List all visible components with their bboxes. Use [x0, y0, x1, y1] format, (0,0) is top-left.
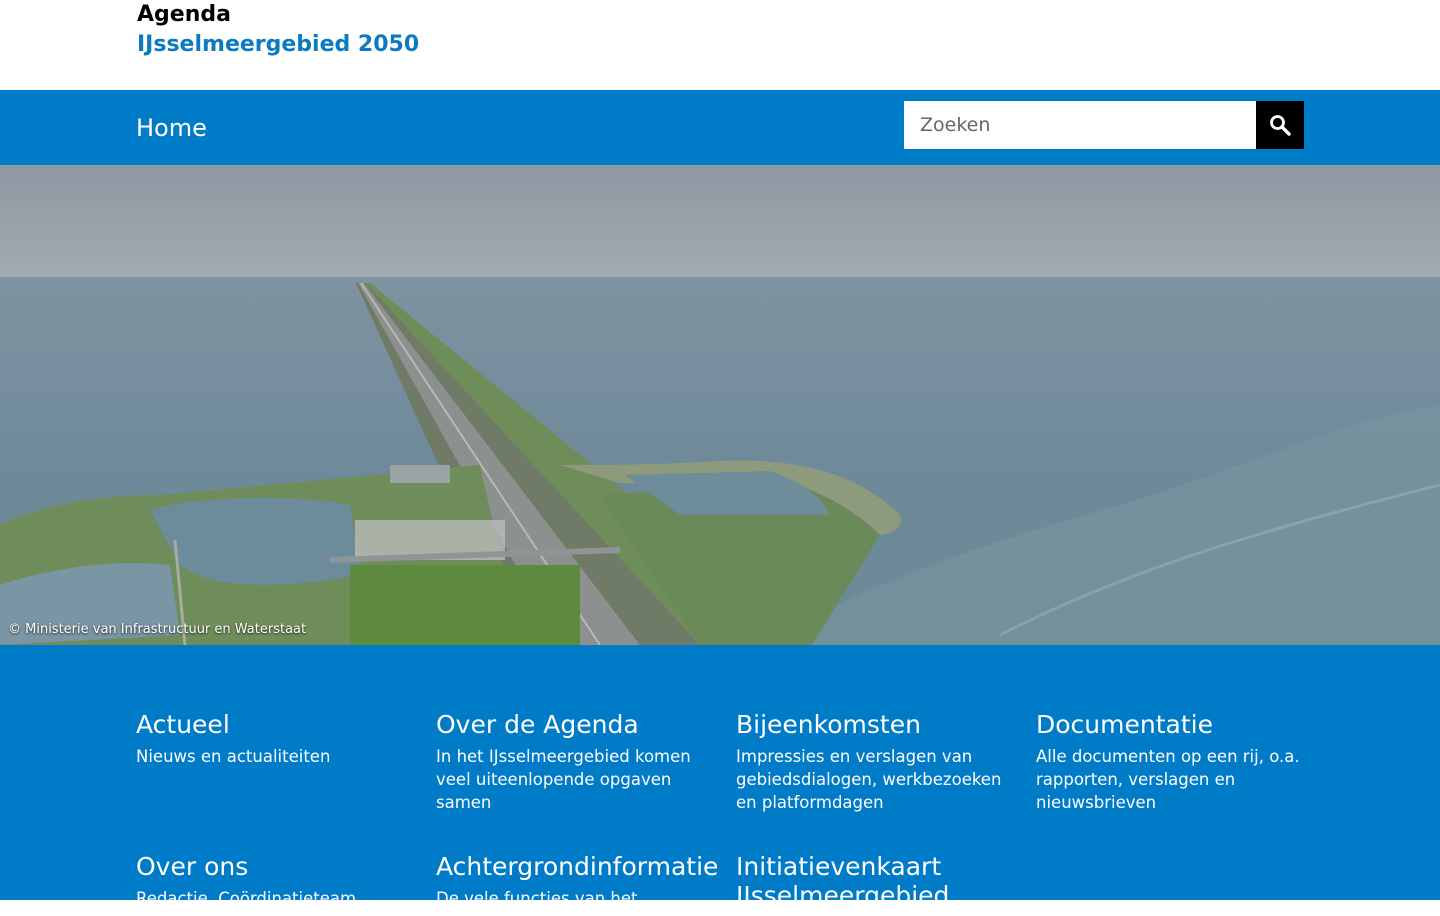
nav-home-link[interactable]: Home [136, 114, 207, 142]
tile-title-link[interactable]: Over de Agenda [436, 710, 716, 739]
tile-bijeenkomsten: Bijeenkomsten Impressies en verslagen va… [736, 710, 1016, 814]
tile-title-link[interactable]: Bijeenkomsten [736, 710, 1016, 739]
tile-initiatievenkaart: Initiatievenkaart IJsselmeergebied [736, 852, 976, 916]
tile-description: Alle documenten op een rij, o.a. rapport… [1036, 747, 1300, 812]
tile-description: In het IJsselmeergebied komen veel uitee… [436, 747, 691, 812]
search-button[interactable] [1256, 101, 1304, 149]
main-navigation: Home [0, 90, 1440, 165]
search-input[interactable] [904, 101, 1256, 149]
tile-documentatie: Documentatie Alle documenten op een rij,… [1036, 710, 1316, 814]
tile-description: Impressies en verslagen van gebiedsdialo… [736, 747, 1002, 812]
tile-description: Nieuws en actualiteiten [136, 747, 331, 766]
tile-description: De vele functies van het [436, 889, 638, 908]
tile-title-link[interactable]: Over ons [136, 852, 416, 881]
site-logo-link[interactable]: Agenda IJsselmeergebied 2050 [137, 0, 419, 60]
tile-over-ons: Over ons Redactie, Coördinatieteam [136, 852, 416, 910]
search-form [904, 101, 1304, 149]
tile-actueel: Actueel Nieuws en actualiteiten [136, 710, 416, 768]
tile-title-link[interactable]: Documentatie [1036, 710, 1316, 739]
search-icon [1268, 113, 1292, 137]
photo-credit: © Ministerie van Infrastructuur en Water… [8, 622, 307, 637]
brand-title: Agenda [137, 2, 231, 27]
brand-subtitle: IJsselmeergebied 2050 [137, 32, 420, 57]
tile-over-de-agenda: Over de Agenda In het IJsselmeergebied k… [436, 710, 716, 814]
afsluitdijk-aerial-photo [0, 165, 1440, 645]
tile-title-link[interactable]: Initiatievenkaart IJsselmeergebied [736, 852, 976, 910]
hero-image: © Ministerie van Infrastructuur en Water… [0, 165, 1440, 645]
tile-title-link[interactable]: Achtergrondinformatie [436, 852, 718, 881]
site-header: Agenda IJsselmeergebied 2050 [0, 0, 1440, 90]
tile-description: Redactie, Coördinatieteam [136, 889, 357, 908]
tile-achtergrondinformatie: Achtergrondinformatie De vele functies v… [436, 852, 718, 910]
topic-tiles: Actueel Nieuws en actualiteiten Over de … [0, 645, 1440, 910]
tile-title-link[interactable]: Actueel [136, 710, 416, 739]
